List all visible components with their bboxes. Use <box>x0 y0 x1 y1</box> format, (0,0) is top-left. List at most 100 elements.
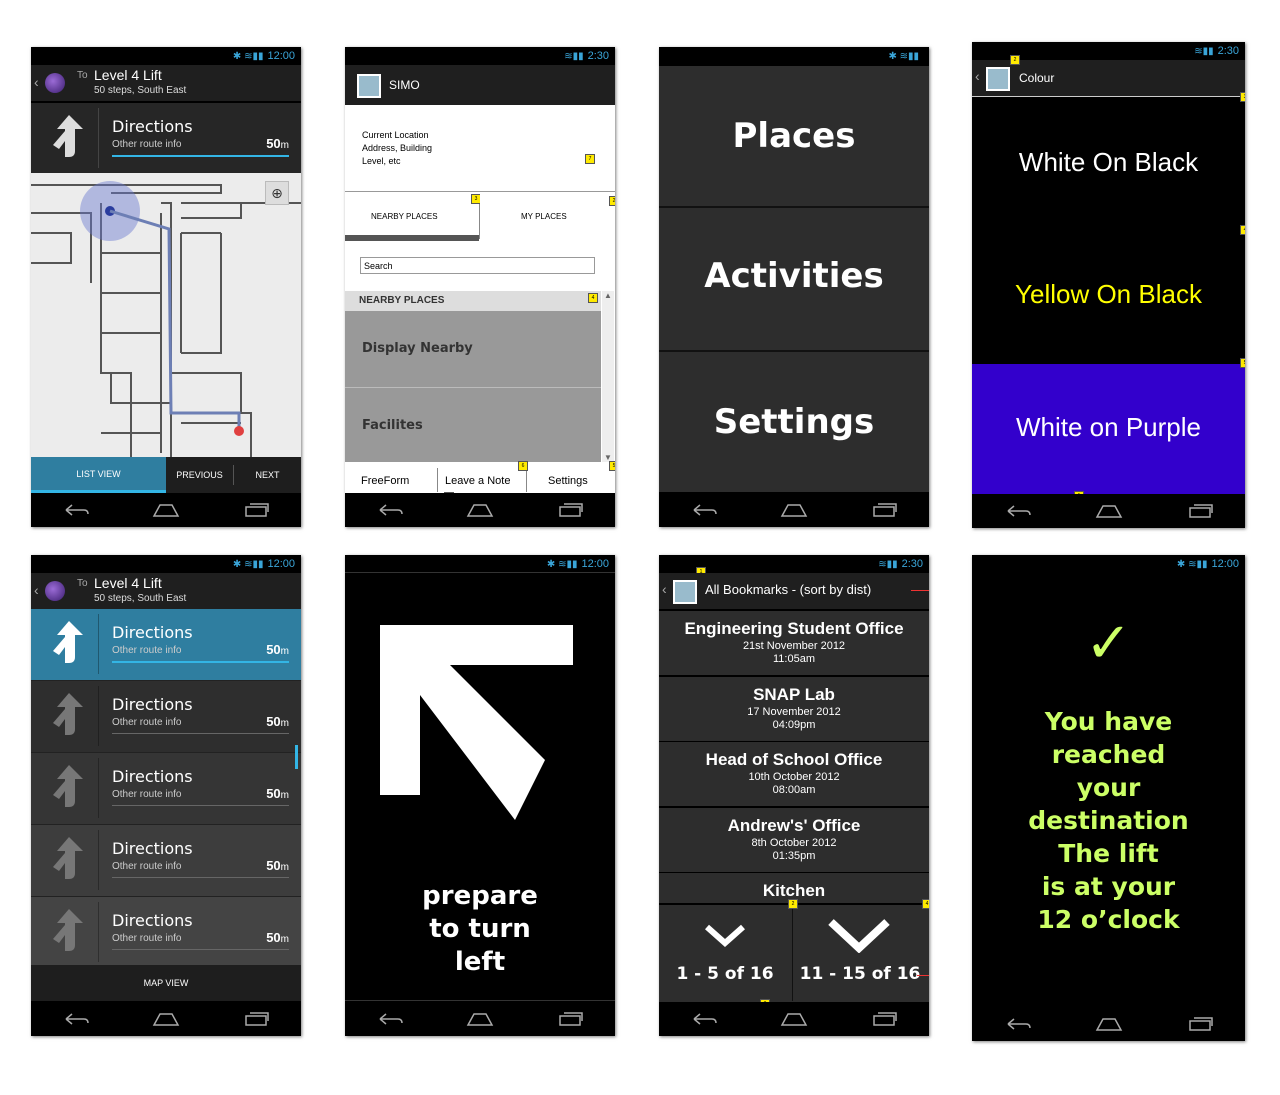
back-icon[interactable] <box>1004 1016 1032 1032</box>
checkmark-icon: ✓ <box>1085 611 1132 674</box>
directions-row[interactable]: Directions Other route info 50m <box>31 825 301 897</box>
menu-item-settings[interactable]: Settings <box>659 352 929 492</box>
app-icon[interactable] <box>986 67 1010 91</box>
list-item-display-nearby[interactable]: Display Nearby <box>345 311 601 388</box>
route-title: Level 4 Lift <box>94 67 162 83</box>
recents-icon[interactable] <box>242 502 270 518</box>
simo-bottom-bar: FreeForm Leave a Note Settings 6 1 5 <box>345 461 615 502</box>
colour-option-yellow-on-black[interactable]: Yellow On Black <box>972 231 1245 363</box>
scrollbar[interactable]: ▲ ▼ <box>602 291 614 462</box>
home-icon[interactable] <box>780 1011 808 1027</box>
list-scrollbar-thumb[interactable] <box>295 745 298 769</box>
back-icon[interactable] <box>62 1011 90 1027</box>
current-location-panel: Current Location Address, Building Level… <box>345 105 615 192</box>
status-bar: ✱ ≋▮▮ 12:00 <box>31 47 301 65</box>
directions-distance: 50m <box>266 930 289 945</box>
back-icon[interactable] <box>62 502 90 518</box>
turn-arrow-icon <box>53 621 83 663</box>
scroll-up-icon[interactable]: ▲ <box>604 291 612 300</box>
app-icon[interactable] <box>673 580 697 604</box>
back-icon[interactable] <box>376 1011 404 1027</box>
back-icon[interactable] <box>690 502 718 518</box>
app-logo-icon <box>45 581 65 601</box>
directions-row[interactable]: Directions Other route info 50m <box>31 103 301 173</box>
bookmark-time: 08:00am <box>772 784 816 796</box>
directions-row[interactable]: Directions Other route info 50m <box>31 753 301 825</box>
home-icon[interactable] <box>152 1011 180 1027</box>
leave-note-button[interactable]: Leave a Note <box>445 475 510 487</box>
annotation-tag: 4 <box>588 293 598 303</box>
route-title: Level 4 Lift <box>94 575 162 591</box>
turn-arrow-icon <box>53 909 83 951</box>
recents-icon[interactable] <box>1186 503 1214 519</box>
list-item-facilites[interactable]: Facilites <box>345 388 601 462</box>
back-icon[interactable] <box>376 502 404 518</box>
status-icons: ✱ ≋▮▮ <box>888 51 919 62</box>
floor-map[interactable]: ⊕ <box>31 173 301 457</box>
settings-button[interactable]: Settings <box>548 475 588 487</box>
directions-distance: 50m <box>266 714 289 729</box>
bookmark-name: Kitchen <box>762 881 826 900</box>
freeform-button[interactable]: FreeForm <box>361 475 409 487</box>
previous-button[interactable]: PREVIOUS <box>166 457 233 493</box>
bookmark-date: 21st November 2012 <box>742 640 846 652</box>
bookmark-item[interactable]: Andrew's' Office 8th October 2012 01:35pm <box>659 807 929 872</box>
annotation-tag: 2 <box>788 899 798 909</box>
page-prev-button[interactable]: 1 - 5 of 16 <box>659 905 791 1003</box>
app-bar: ‹ All Bookmarks - (sort by dist) <box>659 573 929 609</box>
back-icon[interactable] <box>1004 503 1032 519</box>
menu-item-activities[interactable]: Activities <box>659 208 929 352</box>
directions-title: Directions <box>112 767 193 786</box>
home-icon[interactable] <box>1095 503 1123 519</box>
locate-me-button[interactable]: ⊕ <box>265 181 289 205</box>
annotation-tag: 2 <box>1010 55 1020 65</box>
bookmark-item[interactable]: SNAP Lab 17 November 2012 04:09pm <box>659 676 929 741</box>
directions-title: Directions <box>112 911 193 930</box>
recents-icon[interactable] <box>556 502 584 518</box>
search-input[interactable]: Search <box>360 257 595 274</box>
colour-option-white-on-black[interactable]: White On Black <box>972 96 1245 232</box>
bookmark-item[interactable]: Head of School Office 10th October 2012 08… <box>659 742 929 806</box>
bookmark-date: 17 November 2012 <box>747 705 841 718</box>
directions-row[interactable]: Directions Other route info 50m <box>31 609 301 681</box>
recents-icon[interactable] <box>870 1011 898 1027</box>
list-view-button[interactable]: LIST VIEW <box>31 457 166 493</box>
home-icon[interactable] <box>780 502 808 518</box>
route-header[interactable]: ‹ To Level 4 Lift 50 steps, South East <box>31 65 301 101</box>
home-icon[interactable] <box>1095 1016 1123 1032</box>
recents-icon[interactable] <box>870 502 898 518</box>
recents-icon[interactable] <box>1186 1016 1214 1032</box>
page-next-button[interactable]: 11 - 15 of 16 <box>793 905 927 1003</box>
home-icon[interactable] <box>466 1011 494 1027</box>
home-icon[interactable] <box>152 502 180 518</box>
status-bar: ≋▮▮ 2:30 <box>345 47 615 65</box>
status-icons: ✱ ≋▮▮ <box>546 559 578 570</box>
app-icon[interactable] <box>357 74 381 98</box>
tab-my-places[interactable]: MY PLACES <box>480 193 615 241</box>
route-header[interactable]: ‹ To Level 4 Lift 50 steps, South East <box>31 573 301 609</box>
location-line: Level, etc <box>362 156 401 166</box>
bookmark-name: SNAP Lab <box>753 684 835 704</box>
tab-nearby-places[interactable]: NEARBY PLACES <box>345 193 479 241</box>
back-icon[interactable] <box>690 1011 718 1027</box>
directions-subtitle: Other route info <box>112 861 182 872</box>
map-view-button[interactable]: MAP VIEW <box>31 965 301 1001</box>
directions-row[interactable]: Directions Other route info 50m <box>31 681 301 753</box>
recents-icon[interactable] <box>242 1011 270 1027</box>
home-icon[interactable] <box>466 502 494 518</box>
menu-item-places[interactable]: Places <box>659 66 929 208</box>
to-prefix: To <box>77 578 88 589</box>
back-chevron-icon[interactable]: ‹ <box>34 74 39 90</box>
divider <box>98 830 99 890</box>
colour-option-white-on-purple[interactable]: White on Purple <box>972 364 1245 496</box>
bookmark-time: 04:09pm <box>772 718 816 731</box>
bookmark-item[interactable]: Engineering Student Office 21st November … <box>659 611 929 675</box>
screen-title: Colour <box>1019 71 1055 85</box>
back-chevron-icon[interactable]: ‹ <box>34 582 39 598</box>
recents-icon[interactable] <box>556 1011 584 1027</box>
directions-row[interactable]: Directions Other route info 50m <box>31 897 301 969</box>
next-button[interactable]: NEXT <box>234 457 301 493</box>
divider <box>98 614 99 674</box>
back-chevron-icon[interactable]: ‹ <box>975 68 980 84</box>
back-chevron-icon[interactable]: ‹ <box>662 581 667 597</box>
